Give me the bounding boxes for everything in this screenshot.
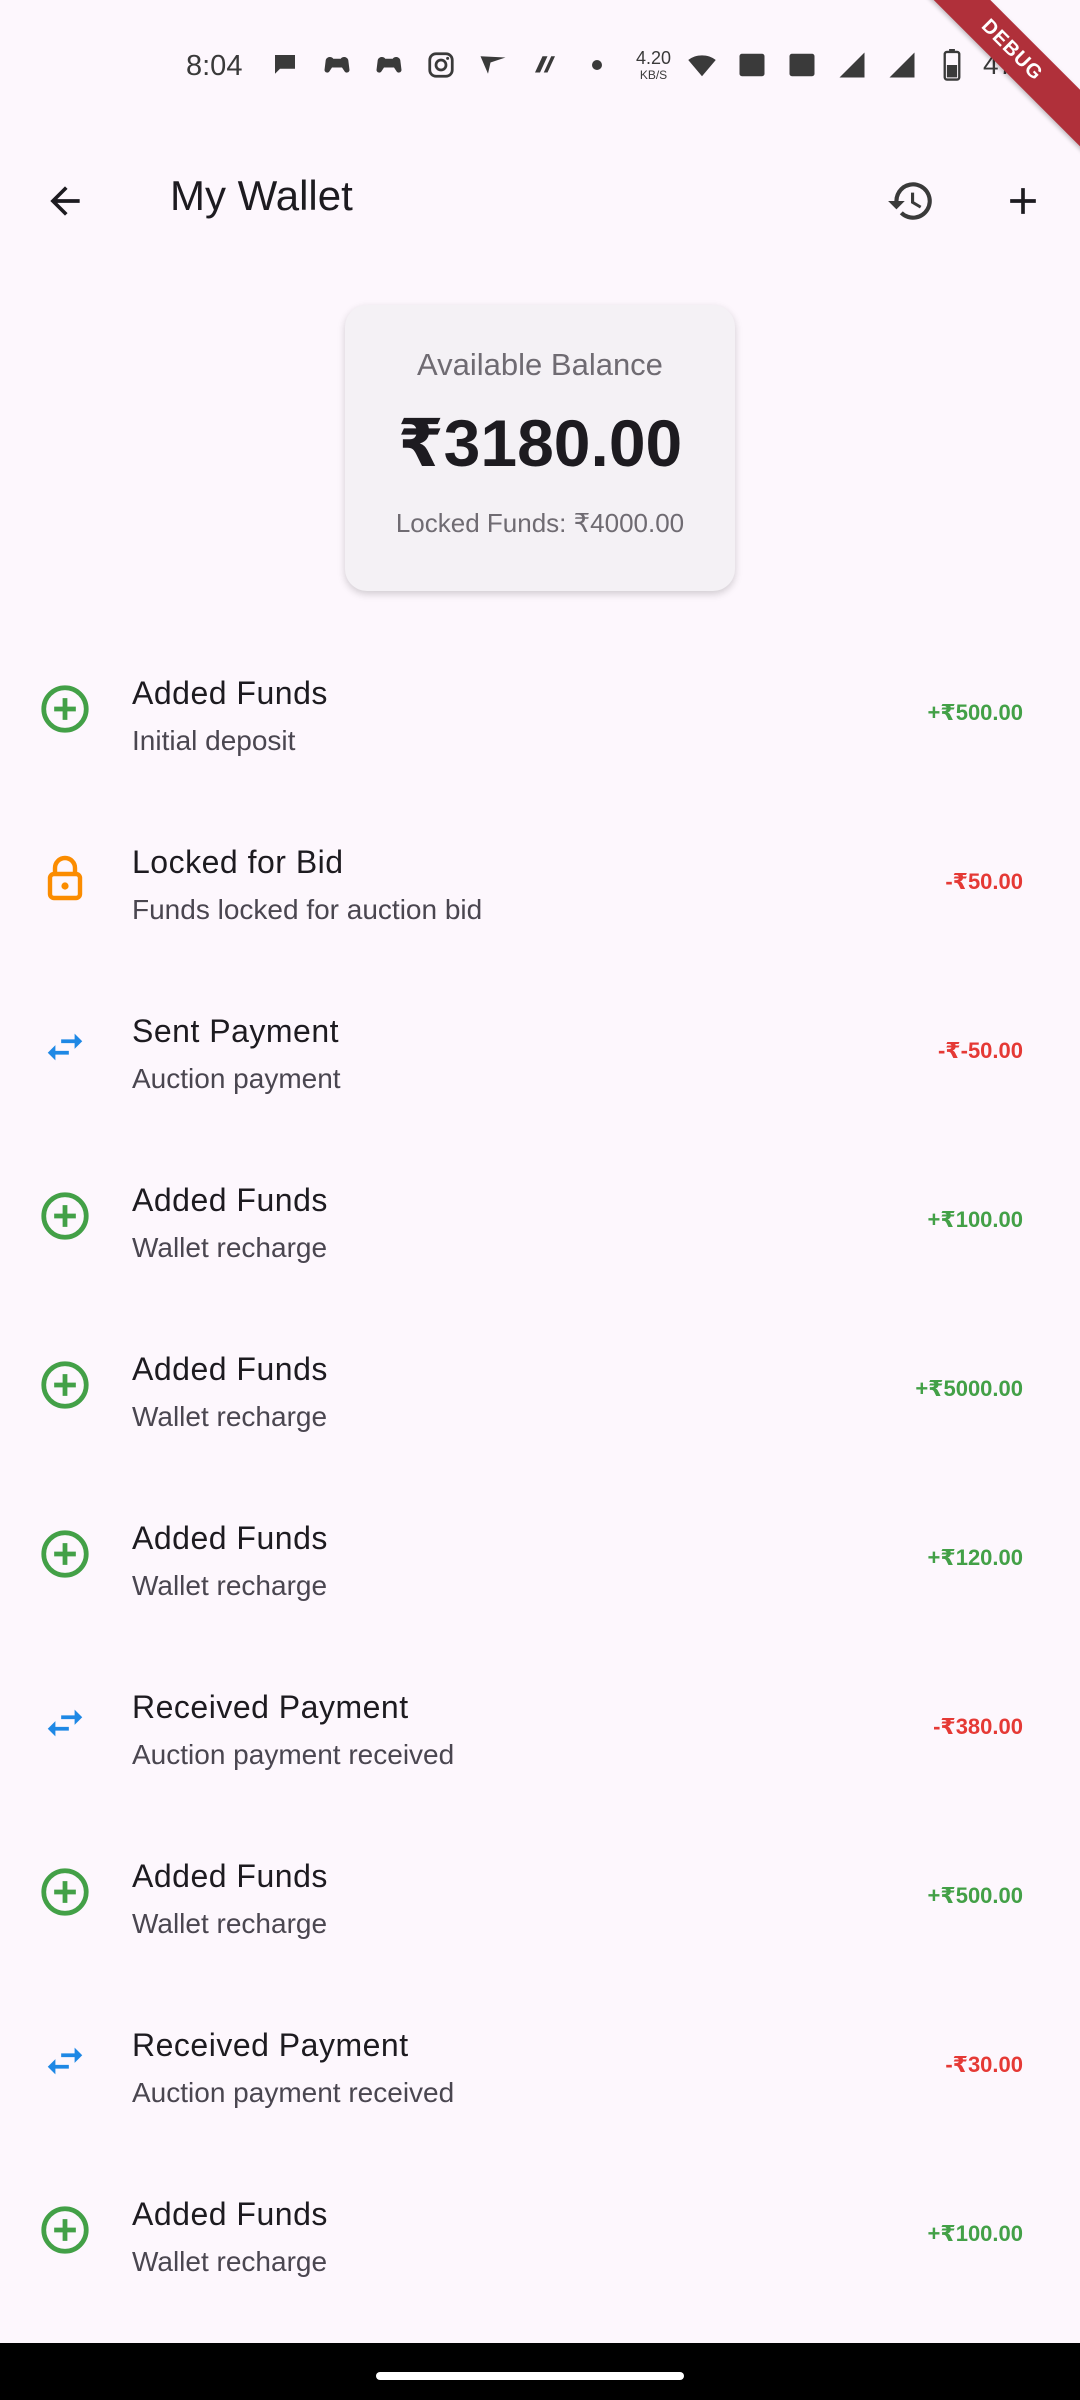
app-bar: My Wallet bbox=[0, 150, 1080, 250]
transaction-title: Added Funds bbox=[132, 2196, 328, 2232]
lock-icon bbox=[36, 849, 94, 907]
transaction-title: Received Payment bbox=[132, 1689, 409, 1725]
transaction-subtitle: Auction payment received bbox=[132, 2077, 455, 2108]
transaction-subtitle: Wallet recharge bbox=[132, 1401, 328, 1432]
add-circle-icon bbox=[36, 1863, 94, 1921]
signal-icon bbox=[833, 46, 871, 84]
transaction-amount: -₹380.00 bbox=[933, 1714, 1023, 1739]
signal-icon bbox=[883, 46, 921, 84]
instagram-icon bbox=[422, 46, 460, 84]
transaction-item[interactable]: Added Funds Wallet recharge +₹500.00 bbox=[0, 1813, 1080, 1982]
transaction-title: Added Funds bbox=[132, 1858, 328, 1894]
status-bar: 8:04 4.20 KB/S bbox=[0, 0, 1080, 140]
add-circle-icon bbox=[36, 2201, 94, 2259]
transaction-item[interactable]: Received Payment Auction payment received… bbox=[0, 1644, 1080, 1813]
volte-icon bbox=[783, 46, 821, 84]
history-button[interactable] bbox=[876, 166, 946, 236]
transaction-amount: -₹-50.00 bbox=[937, 1038, 1023, 1063]
balance-card: Available Balance ₹3180.00 Locked Funds:… bbox=[345, 305, 735, 591]
add-circle-icon bbox=[36, 1187, 94, 1245]
transaction-item[interactable]: Added Funds Wallet recharge +₹100.00 bbox=[0, 2151, 1080, 2320]
swap-icon bbox=[36, 1018, 94, 1076]
game-controller-icon bbox=[370, 46, 408, 84]
transaction-list: Added Funds Initial deposit +₹500.00 Locked… bbox=[0, 630, 1080, 2320]
transaction-title: Locked for Bid bbox=[132, 844, 344, 880]
add-funds-button[interactable] bbox=[988, 166, 1058, 236]
back-button[interactable] bbox=[30, 166, 100, 236]
transaction-subtitle: Wallet recharge bbox=[132, 1232, 328, 1263]
transaction-subtitle: Wallet recharge bbox=[132, 1908, 328, 1939]
dot-icon bbox=[578, 46, 616, 84]
page-title: My Wallet bbox=[170, 172, 353, 219]
battery-icon bbox=[933, 46, 971, 84]
transaction-amount: +₹100.00 bbox=[927, 2221, 1023, 2246]
vowifi-icon bbox=[733, 46, 771, 84]
network-speed: 4.20 KB/S bbox=[636, 48, 672, 82]
status-time: 8:04 bbox=[186, 50, 243, 82]
transaction-amount: +₹120.00 bbox=[927, 1545, 1023, 1570]
transaction-amount: +₹5000.00 bbox=[915, 1376, 1023, 1401]
transaction-item[interactable]: Sent Payment Auction payment -₹-50.00 bbox=[0, 968, 1080, 1137]
transaction-subtitle: Auction payment received bbox=[132, 1739, 455, 1770]
add-circle-icon bbox=[36, 1356, 94, 1414]
add-icon bbox=[1010, 188, 1036, 214]
transaction-item[interactable]: Added Funds Wallet recharge +₹120.00 bbox=[0, 1475, 1080, 1644]
transaction-amount: -₹50.00 bbox=[945, 869, 1023, 894]
transaction-title: Added Funds bbox=[132, 1351, 328, 1387]
transaction-subtitle: Auction payment bbox=[132, 1063, 341, 1094]
transaction-amount: +₹500.00 bbox=[927, 1883, 1023, 1908]
add-circle-icon bbox=[36, 1525, 94, 1583]
wifi-icon bbox=[683, 46, 721, 84]
chat-bubble-icon bbox=[266, 46, 304, 84]
transaction-item[interactable]: Added Funds Wallet recharge +₹5000.00 bbox=[0, 1306, 1080, 1475]
swap-icon bbox=[36, 1694, 94, 1752]
transaction-amount: +₹500.00 bbox=[927, 700, 1023, 725]
locked-funds-text: Locked Funds: ₹4000.00 bbox=[395, 508, 685, 538]
transaction-title: Added Funds bbox=[132, 1182, 328, 1218]
app-logo-icon bbox=[526, 46, 564, 84]
game-controller-icon bbox=[318, 46, 356, 84]
navigation-bar bbox=[0, 2343, 1080, 2400]
transaction-item[interactable]: Locked for Bid Funds locked for auction b… bbox=[0, 799, 1080, 968]
notification-icons bbox=[266, 46, 616, 84]
transaction-item[interactable]: Added Funds Initial deposit +₹500.00 bbox=[0, 630, 1080, 799]
transaction-subtitle: Funds locked for auction bid bbox=[132, 894, 483, 925]
transaction-item[interactable]: Received Payment Auction payment received… bbox=[0, 1982, 1080, 2151]
history-icon bbox=[888, 182, 932, 220]
home-gesture-handle[interactable] bbox=[376, 2372, 684, 2380]
send-icon bbox=[474, 46, 512, 84]
swap-icon bbox=[36, 2032, 94, 2090]
transaction-amount: +₹100.00 bbox=[927, 1207, 1023, 1232]
transaction-title: Added Funds bbox=[132, 1520, 328, 1556]
available-balance-amount: ₹3180.00 bbox=[397, 406, 683, 480]
transaction-title: Added Funds bbox=[132, 675, 328, 711]
transaction-subtitle: Wallet recharge bbox=[132, 1570, 328, 1601]
transaction-title: Sent Payment bbox=[132, 1013, 339, 1049]
transaction-amount: -₹30.00 bbox=[945, 2052, 1023, 2077]
transaction-item[interactable]: Added Funds Wallet recharge +₹100.00 bbox=[0, 1137, 1080, 1306]
transaction-subtitle: Wallet recharge bbox=[132, 2246, 328, 2277]
back-arrow-icon bbox=[50, 186, 80, 216]
transaction-title: Received Payment bbox=[132, 2027, 409, 2063]
add-circle-icon bbox=[36, 680, 94, 738]
system-icons: 4.20 KB/S 47% bbox=[636, 46, 1039, 84]
transaction-subtitle: Initial deposit bbox=[132, 725, 296, 756]
available-balance-label: Available Balance bbox=[417, 347, 663, 382]
